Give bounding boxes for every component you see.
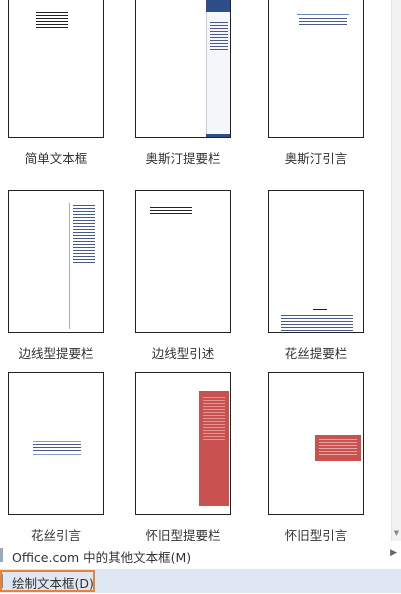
gallery-item-label: 花丝提要栏 xyxy=(284,346,348,361)
thumbnail-austin-quote xyxy=(268,0,364,138)
textbox-gallery: 简单文本框 奥斯汀提要栏 奥斯汀引言 边线型提要栏 边线型引述 花丝提要栏 花丝… xyxy=(0,0,391,541)
thumbnail-sideline-sidebar xyxy=(8,190,104,333)
scroll-down-icon[interactable]: ▼ xyxy=(392,527,401,539)
thumbnail-simple-textbox xyxy=(8,0,104,138)
gallery-item-label: 边线型提要栏 xyxy=(18,346,94,361)
gallery-item-sideline-quote[interactable]: 边线型引述 xyxy=(127,190,245,368)
gallery-item-label: 花丝引言 xyxy=(30,528,81,541)
office-icon xyxy=(0,548,3,562)
gallery-item-filigree-quote[interactable]: 花丝引言 xyxy=(0,372,118,541)
gallery-item-label: 怀旧型提要栏 xyxy=(145,528,221,541)
more-textboxes-menu-item[interactable]: Office.com 中的其他文本框(M) ▶ xyxy=(0,543,401,567)
thumbnail-filigree-sidebar xyxy=(268,190,364,333)
more-textboxes-label: Office.com 中的其他文本框(M) xyxy=(12,550,192,565)
thumbnail-austin-sidebar xyxy=(135,0,231,138)
gallery-item-retro-quote[interactable]: 怀旧型引言 xyxy=(260,372,378,541)
gallery-item-label: 简单文本框 xyxy=(24,151,88,166)
gallery-item-filigree-sidebar[interactable]: 花丝提要栏 xyxy=(260,190,378,368)
thumbnail-filigree-quote xyxy=(8,372,104,515)
gallery-item-label: 边线型引述 xyxy=(151,346,215,361)
gallery-item-austin-quote[interactable]: 奥斯汀引言 xyxy=(260,0,378,173)
gallery-scrollbar[interactable]: ▼ xyxy=(391,0,401,541)
submenu-arrow-icon: ▶ xyxy=(390,548,397,558)
gallery-item-simple-textbox[interactable]: 简单文本框 xyxy=(0,0,118,173)
gallery-item-label: 奥斯汀提要栏 xyxy=(145,151,221,166)
gallery-item-label: 怀旧型引言 xyxy=(284,528,348,541)
draw-textbox-highlight xyxy=(0,570,95,592)
gallery-item-label: 奥斯汀引言 xyxy=(284,151,348,166)
thumbnail-sideline-quote xyxy=(135,190,231,333)
gallery-item-retro-sidebar[interactable]: 怀旧型提要栏 xyxy=(127,372,245,541)
gallery-item-sideline-sidebar[interactable]: 边线型提要栏 xyxy=(0,190,118,368)
thumbnail-retro-quote xyxy=(268,372,364,515)
gallery-item-austin-sidebar[interactable]: 奥斯汀提要栏 xyxy=(127,0,245,173)
thumbnail-retro-sidebar xyxy=(135,372,231,515)
